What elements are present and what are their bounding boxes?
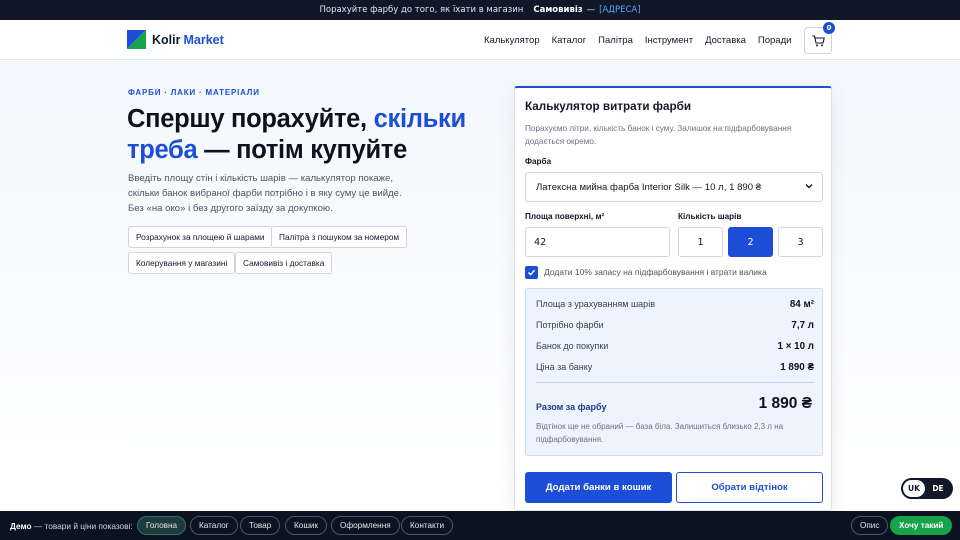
logo-primary: Kolir [152,32,181,47]
area-input[interactable]: 42 [525,227,670,257]
reserve-checkbox[interactable] [525,266,538,279]
logo-text: Kolir Market [152,33,224,47]
summary-row-value: 1 × 10 л [777,341,814,352]
feature-chip-delivery: Самовивіз і доставка [235,252,333,274]
total-value: 1 890 ₴ [758,395,812,412]
summary-row-label: Площа з урахуванням шарів [536,299,655,309]
summary-row-value: 7,7 л [791,320,814,331]
cart-icon [812,34,825,46]
area-label: Площа поверхні, м² [525,212,605,221]
feature-chip-tinting: Колерування у магазині [128,252,236,274]
choose-tint-button[interactable]: Обрати відтінок [676,472,823,503]
summary-row-value: 84 м² [789,299,814,310]
hero-eyebrow: ФАРБИ · ЛАКИ · МАТЕРІАЛИ [128,88,260,97]
demo-nav-catalog[interactable]: Каталог [190,516,238,535]
nav-tools[interactable]: Інструмент [645,35,693,46]
coats-option-2[interactable]: 2 [728,227,773,257]
hero-title: Спершу порахуйте, скільки треба — потім … [127,104,487,166]
total-label: Разом за фарбу [536,402,607,412]
demo-label: Демо [10,520,32,531]
demo-nav-cart[interactable]: Кошик [285,516,328,535]
coats-option-1[interactable]: 1 [678,227,723,257]
demo-nav-home[interactable]: Головна [137,516,187,535]
lang-option-uk[interactable]: UK [903,480,925,497]
demo-nav-contacts[interactable]: Контакти [401,516,454,535]
chevron-down-icon [805,184,813,189]
calculation-summary: Площа з урахуванням шарів 84 м² Потрібно … [525,288,823,456]
summary-row: Площа з урахуванням шарів 84 м² [536,299,814,310]
lang-option-de[interactable]: DE [927,480,949,497]
reserve-checkbox-label[interactable]: Додати 10% запасу на підфарбовування і в… [544,267,767,277]
nav-calculator[interactable]: Калькулятор [484,35,540,46]
cart-button[interactable]: 0 [804,22,835,54]
nav-tips[interactable]: Поради [758,35,792,46]
summary-row: Ціна за банку 1 890 ₴ [536,362,814,373]
paint-select-value: Латексна мийна фарба Interior Silk — 10 … [536,181,762,193]
demo-about-button[interactable]: Опис [851,516,889,535]
announcement-dash: — [586,5,596,15]
paint-select[interactable]: Латексна мийна фарба Interior Silk — 10 … [525,172,823,202]
summary-note: Відтінок ще не обраний — база біла. Зали… [536,422,784,444]
summary-row-value: 1 890 ₴ [780,362,814,373]
coats-label: Кількість шарів [678,212,742,221]
cart-count-badge: 0 [823,22,835,34]
language-switcher: UK DE [901,478,953,499]
nav-palette[interactable]: Палітра [598,35,633,46]
summary-row-label: Потрібно фарби [536,320,604,330]
want-this-button[interactable]: Хочу такий [890,516,953,535]
paint-calculator-card: Калькулятор витрати фарби Порахуємо літр… [514,86,832,511]
nav-delivery[interactable]: Доставка [705,35,746,46]
summary-divider [536,382,814,383]
coats-option-3[interactable]: 3 [778,227,823,257]
store-address-link[interactable]: [АДРЕСА] [599,5,640,15]
announcement-text: Порахуйте фарбу до того, як їхати в мага… [319,5,524,15]
logo-mark-icon [127,30,146,49]
demo-nav-checkout[interactable]: Оформлення [331,516,400,535]
pickup-label: Самовивіз [533,5,583,15]
add-to-cart-button[interactable]: Додати банки в кошик [525,472,672,503]
nav-catalog[interactable]: Каталог [552,35,587,46]
summary-row-label: Ціна за банку [536,362,593,372]
hero-title-part-b: — потім купуйте [204,136,407,164]
main-nav: Калькулятор Каталог Палітра Інструмент Д… [484,20,791,60]
summary-row: Потрібно фарби 7,7 л [536,320,814,331]
announcement-bar: Порахуйте фарбу до того, як їхати в мага… [0,0,960,20]
demo-disclaimer: — товари й ціни показові: [33,520,133,531]
hero-title-part-a: Спершу порахуйте, [127,105,367,133]
area-input-value: 42 [534,236,547,248]
summary-row-label: Банок до покупки [536,341,609,351]
summary-row: Банок до покупки 1 × 10 л [536,341,814,352]
paint-select-label: Фарба [525,157,552,166]
calculator-subtitle: Порахуємо літри, кількість банок і суму.… [525,124,792,146]
demo-nav-product[interactable]: Товар [240,516,281,535]
calculator-title: Калькулятор витрати фарби [525,100,692,113]
checkmark-icon [527,269,536,276]
feature-chip-area: Розрахунок за площею й шарами [128,226,273,248]
feature-chip-palette: Палітра з пошуком за номером [271,226,408,248]
logo[interactable]: Kolir Market [127,30,224,49]
hero-lead: Введіть площу стін і кількість шарів — к… [128,173,402,214]
site-header: Kolir Market Калькулятор Каталог Палітра … [0,20,960,60]
logo-secondary: Market [183,32,224,47]
